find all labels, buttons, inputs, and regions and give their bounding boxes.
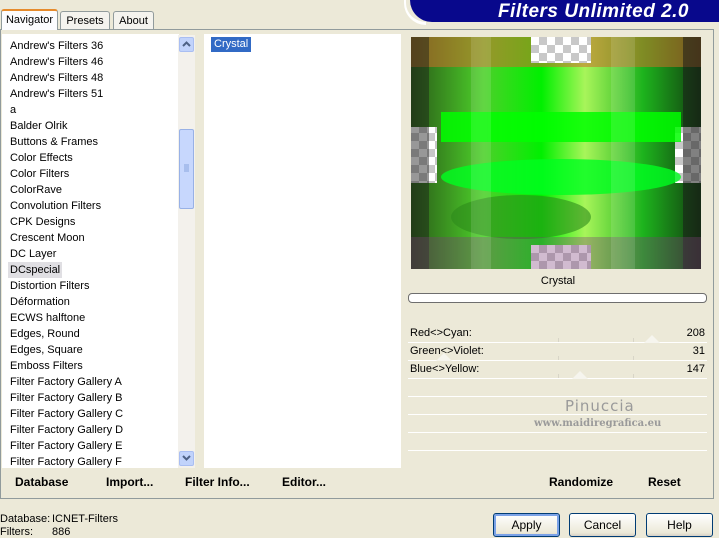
category-item[interactable]: Filter Factory Gallery D <box>8 422 125 438</box>
watermark-name: Pinuccia <box>565 397 635 415</box>
status-database-value: ICNET-Filters <box>52 513 118 525</box>
apply-button[interactable]: Apply <box>493 513 560 537</box>
control-blue-yellow[interactable]: Blue<>Yellow: 147 <box>408 361 707 379</box>
category-item[interactable]: a <box>8 102 18 118</box>
category-item[interactable]: DC Layer <box>8 246 58 262</box>
category-item[interactable]: Crescent Moon <box>8 230 87 246</box>
help-button[interactable]: Help <box>646 513 713 537</box>
control-empty <box>408 397 707 415</box>
category-item[interactable]: Color Effects <box>8 150 75 166</box>
category-item[interactable]: Convolution Filters <box>8 198 103 214</box>
randomize-button[interactable]: Randomize <box>549 475 613 489</box>
category-item[interactable]: DCspecial <box>8 262 63 278</box>
filter-info-button[interactable]: Filter Info... <box>185 475 250 489</box>
control-empty <box>408 379 707 397</box>
control-value[interactable]: 31 <box>693 345 705 357</box>
category-item[interactable]: Filter Factory Gallery B <box>8 390 124 406</box>
category-item[interactable]: Andrew's Filters 48 <box>8 70 105 86</box>
category-item[interactable]: Filter Factory Gallery A <box>8 374 124 390</box>
control-empty <box>408 451 707 465</box>
tab-navigator[interactable]: Navigator <box>1 9 58 30</box>
slider-thumb[interactable] <box>436 353 452 361</box>
app-title: Filters Unlimited 2.0 <box>497 1 689 22</box>
category-item[interactable]: ECWS halftone <box>8 310 87 326</box>
editor-button[interactable]: Editor... <box>282 475 326 489</box>
category-item[interactable]: CPK Designs <box>8 214 77 230</box>
control-red-cyan[interactable]: Red<>Cyan: 208 <box>408 325 707 343</box>
category-item[interactable]: Filter Factory Gallery F <box>8 454 124 468</box>
watermark-url: www.maidiregrafica.eu <box>534 418 662 429</box>
category-scrollbar[interactable] <box>178 35 195 468</box>
control-label: Blue<>Yellow: <box>410 363 480 375</box>
filter-preview <box>411 37 701 269</box>
preview-caption: Crystal <box>540 275 576 287</box>
category-item[interactable]: Buttons & Frames <box>8 134 100 150</box>
title-banner: Filters Unlimited 2.0 <box>404 0 719 25</box>
category-item[interactable]: ColorRave <box>8 182 64 198</box>
database-button[interactable]: Database <box>15 475 68 489</box>
category-item[interactable]: Andrew's Filters 46 <box>8 54 105 70</box>
tab-about[interactable]: About <box>113 11 154 29</box>
category-item[interactable]: Déformation <box>8 294 72 310</box>
filter-list[interactable] <box>204 34 401 468</box>
import-button[interactable]: Import... <box>106 475 153 489</box>
category-item[interactable]: Andrew's Filters 36 <box>8 38 105 54</box>
cancel-button[interactable]: Cancel <box>569 513 636 537</box>
chevron-down-icon[interactable] <box>179 451 194 466</box>
control-empty <box>408 433 707 451</box>
reset-button[interactable]: Reset <box>648 475 681 489</box>
control-label: Red<>Cyan: <box>410 327 472 339</box>
control-green-violet[interactable]: Green<>Violet: 31 <box>408 343 707 361</box>
control-value[interactable]: 208 <box>687 327 705 339</box>
category-item[interactable]: Andrew's Filters 51 <box>8 86 105 102</box>
category-item[interactable]: Emboss Filters <box>8 358 85 374</box>
category-item[interactable]: Color Filters <box>8 166 71 182</box>
category-list[interactable]: Andrew's Filters 36 Andrew's Filters 46 An… <box>2 34 179 468</box>
category-item[interactable]: Edges, Round <box>8 326 82 342</box>
category-item[interactable]: Filter Factory Gallery E <box>8 438 124 454</box>
chevron-up-icon[interactable] <box>179 37 194 52</box>
category-item[interactable]: Filter Factory Gallery C <box>8 406 125 422</box>
slider-thumb[interactable] <box>572 371 588 379</box>
slider-thumb[interactable] <box>644 335 660 343</box>
status-filters-label: Filters: <box>0 526 33 538</box>
progress-bar <box>408 293 707 303</box>
control-value[interactable]: 147 <box>687 363 705 375</box>
tab-presets[interactable]: Presets <box>60 11 110 29</box>
status-database-label: Database: <box>0 513 51 525</box>
category-scroll-thumb[interactable] <box>179 129 194 209</box>
category-item[interactable]: Distortion Filters <box>8 278 91 294</box>
status-filters-value: 886 <box>52 526 71 538</box>
category-item[interactable]: Edges, Square <box>8 342 85 358</box>
filter-item-crystal[interactable]: Crystal <box>211 37 252 52</box>
category-item[interactable]: Balder Olrik <box>8 118 69 134</box>
